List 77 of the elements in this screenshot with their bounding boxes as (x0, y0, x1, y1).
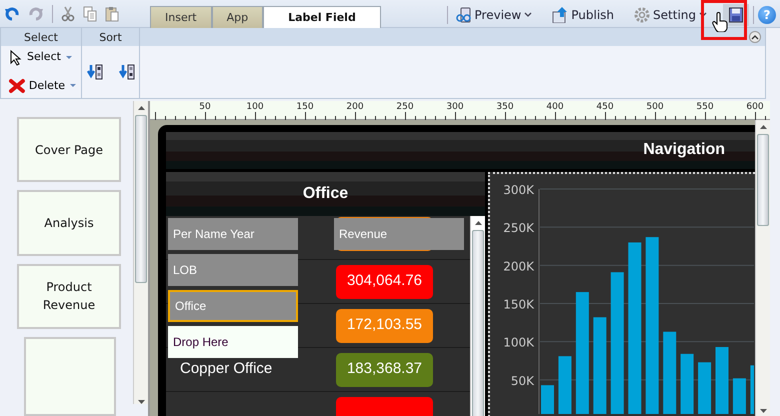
scissors-icon[interactable] (61, 6, 75, 22)
sort-icon (118, 62, 134, 81)
bar[interactable] (680, 354, 694, 414)
scroll-up-icon[interactable] (138, 106, 144, 110)
copy-icon[interactable] (83, 6, 97, 22)
page-thumbnail[interactable]: Analysis (17, 190, 121, 256)
delete-icon (9, 78, 25, 94)
ruler-label: 300 (446, 100, 464, 114)
preview-button[interactable]: Preview (452, 6, 536, 24)
ruler-label: 400 (546, 100, 564, 114)
caret-icon (69, 83, 77, 90)
page-thumbnail[interactable]: Product Revenue (17, 264, 121, 329)
tab[interactable]: Label Field (263, 6, 381, 29)
group-title: Select (1, 28, 81, 46)
bar[interactable] (558, 356, 572, 414)
scrollbar[interactable] (755, 120, 770, 416)
bar[interactable] (576, 292, 589, 414)
group-title: Sort (82, 28, 139, 46)
scrollbar[interactable] (470, 216, 485, 416)
bar[interactable] (698, 362, 712, 414)
chevron-up-icon (751, 34, 759, 40)
ruler-label: 100 (246, 100, 264, 114)
bar[interactable] (628, 242, 642, 414)
value-badge: 172,103.55 (336, 308, 433, 342)
ruler-label: 600 (746, 100, 764, 114)
undo-icon[interactable] (4, 6, 20, 22)
tab[interactable]: Insert (150, 6, 212, 28)
bar[interactable] (610, 272, 624, 414)
ruler-label: 350 (496, 100, 514, 114)
ruler-label: 450 (596, 100, 614, 114)
y-tick-label: 50K (510, 374, 534, 388)
ruler-label: 250 (396, 100, 414, 114)
preview-icon (456, 7, 472, 23)
scroll-up-icon[interactable] (474, 221, 482, 225)
dashboard-title: Navigation (643, 140, 725, 160)
ruler-label: 150 (296, 100, 314, 114)
save-icon (729, 7, 743, 23)
value-badge: 304,064.76 (336, 264, 433, 298)
y-tick-label: 100K (503, 336, 534, 350)
drop-zone[interactable]: Drop Here (168, 326, 298, 358)
caret-icon (64, 54, 73, 61)
panel-title: Office (302, 184, 348, 204)
sort-icon (86, 62, 102, 81)
collapse-button[interactable] (749, 31, 761, 43)
clipboard-icon[interactable] (105, 6, 119, 22)
table-cell-text: Copper Office (179, 359, 274, 380)
scrollbar[interactable] (133, 100, 148, 404)
caret-icon (524, 12, 532, 18)
value-badge: 183,368.37 (336, 352, 433, 386)
ruler-label: 50 (199, 100, 211, 114)
scroll-down-icon[interactable] (138, 400, 144, 404)
y-tick-label: 150K (503, 298, 534, 312)
page-thumbnail[interactable]: Cover Page (17, 116, 121, 182)
bar[interactable] (593, 317, 606, 414)
redo-icon[interactable] (28, 6, 44, 22)
hand-cursor-icon (712, 12, 728, 32)
settings-icon (634, 7, 650, 23)
bar[interactable] (663, 332, 676, 414)
y-tick-label: 300K (503, 183, 534, 197)
publish-icon (552, 7, 568, 23)
setting-button[interactable]: Setting (630, 6, 711, 24)
pointer-icon (9, 50, 23, 66)
bar[interactable] (732, 378, 746, 414)
y-tick-label: 200K (503, 259, 534, 274)
publish-button[interactable]: Publish (548, 6, 618, 24)
caret-icon (699, 12, 707, 18)
scroll-up-icon[interactable] (760, 124, 766, 129)
tab[interactable]: App (212, 6, 264, 28)
y-tick-label: 250K (503, 221, 534, 236)
bar[interactable] (646, 237, 659, 414)
ruler-label: 200 (346, 100, 364, 114)
ruler-label: 550 (696, 100, 714, 114)
ruler-label: 500 (646, 100, 664, 114)
select-button[interactable]: Select (5, 47, 81, 68)
delete-button[interactable]: Delete (5, 76, 81, 96)
page-thumbnail[interactable] (24, 337, 116, 416)
scroll-down-icon[interactable] (760, 409, 766, 413)
